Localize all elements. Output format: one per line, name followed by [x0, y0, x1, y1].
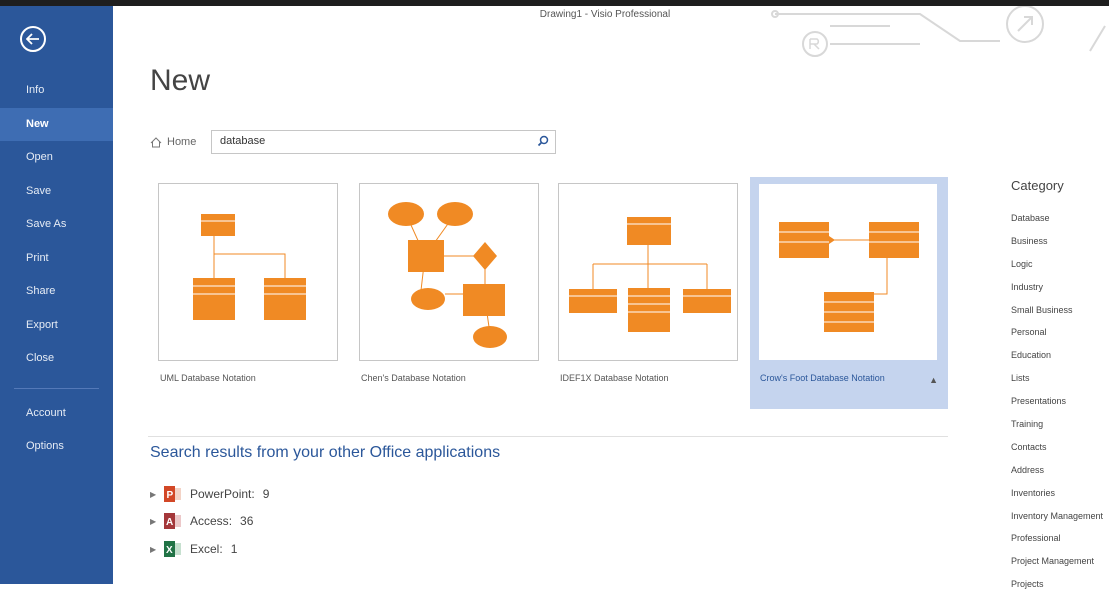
category-item-presentations[interactable]: Presentations: [1011, 390, 1103, 413]
back-button[interactable]: [20, 26, 46, 52]
category-item-database[interactable]: Database: [1011, 207, 1103, 230]
template-chens-database[interactable]: Chen's Database Notation: [351, 177, 549, 409]
category-item-project-management[interactable]: Project Management: [1011, 550, 1103, 573]
sidebar-item-print[interactable]: Print: [0, 242, 113, 276]
result-count: 1: [230, 542, 238, 556]
home-icon: [150, 136, 162, 147]
sidebar-item-save-as[interactable]: Save As: [0, 208, 113, 242]
access-icon: A: [164, 513, 182, 529]
expand-arrow-icon[interactable]: ▶: [150, 517, 164, 526]
category-item-lists[interactable]: Lists: [1011, 367, 1103, 390]
category-item-professional[interactable]: Professional: [1011, 527, 1103, 550]
circuit-decoration: [771, 6, 1106, 57]
sidebar-item-export[interactable]: Export: [0, 309, 113, 343]
sidebar-item-open[interactable]: Open: [0, 141, 113, 175]
idef1x-diagram-icon: [569, 217, 731, 332]
template-thumbnail: [359, 183, 539, 361]
result-access[interactable]: ▶ A Access : 36: [150, 513, 253, 529]
page-title: New: [150, 64, 211, 97]
category-item-inventory-management[interactable]: Inventory Management: [1011, 505, 1103, 528]
backstage-sidebar: Info New Open Save Save As Print Share E…: [0, 6, 113, 584]
search-icon[interactable]: [537, 135, 549, 147]
template-thumbnail: [758, 183, 938, 361]
template-label: Chen's Database Notation: [361, 373, 466, 383]
template-search-box: [211, 130, 556, 154]
sidebar-divider: [14, 387, 99, 389]
sidebar-item-info[interactable]: Info: [0, 74, 113, 108]
office-results-heading: Search results from your other Office ap…: [150, 444, 501, 461]
search-input[interactable]: [212, 131, 520, 151]
result-count: 36: [240, 514, 254, 528]
category-item-business[interactable]: Business: [1011, 230, 1103, 253]
sidebar-item-account[interactable]: Account: [0, 397, 113, 431]
result-count: 9: [262, 487, 270, 501]
template-label: Crow's Foot Database Notation: [760, 373, 885, 383]
excel-icon: X: [164, 541, 182, 557]
result-app-name: PowerPoint: [190, 487, 252, 501]
category-list: Database Business Logic Industry Small B…: [1011, 207, 1103, 596]
svg-text:P: P: [167, 490, 174, 501]
template-crows-foot-database[interactable]: Crow's Foot Database Notation ▲: [750, 177, 948, 409]
sidebar-item-save[interactable]: Save: [0, 175, 113, 209]
result-app-name: Excel: [190, 542, 220, 556]
category-heading: Category: [1011, 178, 1064, 193]
template-label: IDEF1X Database Notation: [560, 373, 669, 383]
category-item-logic[interactable]: Logic: [1011, 253, 1103, 276]
category-item-address[interactable]: Address: [1011, 459, 1103, 482]
result-powerpoint[interactable]: ▶ P PowerPoint : 9: [150, 486, 269, 502]
crows-foot-diagram-icon: [779, 222, 919, 332]
svg-text:X: X: [166, 545, 173, 556]
uml-diagram-icon: [193, 214, 306, 320]
template-uml-database[interactable]: UML Database Notation: [150, 177, 348, 409]
result-excel[interactable]: ▶ X Excel : 1: [150, 541, 237, 557]
sidebar-item-options[interactable]: Options: [0, 430, 113, 464]
template-idef1x-database[interactable]: IDEF1X Database Notation: [550, 177, 748, 409]
expand-arrow-icon[interactable]: ▶: [150, 490, 164, 499]
pin-icon[interactable]: ▲: [929, 375, 938, 385]
section-divider: [148, 436, 948, 437]
expand-arrow-icon[interactable]: ▶: [150, 545, 164, 554]
result-app-name: Access: [190, 514, 229, 528]
home-link[interactable]: Home: [150, 136, 196, 148]
category-item-training[interactable]: Training: [1011, 413, 1103, 436]
template-thumbnail: [558, 183, 738, 361]
category-item-contacts[interactable]: Contacts: [1011, 436, 1103, 459]
category-item-education[interactable]: Education: [1011, 344, 1103, 367]
window-title: Drawing1 - Visio Professional: [539, 9, 671, 20]
sidebar-nav: Info New Open Save Save As Print Share E…: [0, 74, 113, 464]
home-label: Home: [167, 136, 197, 148]
sidebar-item-close[interactable]: Close: [0, 342, 113, 376]
template-label: UML Database Notation: [160, 373, 256, 383]
back-arrow-icon: [26, 33, 39, 45]
sidebar-item-new[interactable]: New: [0, 107, 113, 141]
category-item-projects[interactable]: Projects: [1011, 573, 1103, 596]
template-thumbnail: [158, 183, 338, 361]
category-item-small-business[interactable]: Small Business: [1011, 299, 1103, 322]
category-item-inventories[interactable]: Inventories: [1011, 482, 1103, 505]
sidebar-item-share[interactable]: Share: [0, 275, 113, 309]
svg-text:A: A: [166, 517, 173, 528]
category-item-personal[interactable]: Personal: [1011, 321, 1103, 344]
chen-diagram-icon: [388, 202, 507, 348]
powerpoint-icon: P: [164, 486, 182, 502]
category-item-industry[interactable]: Industry: [1011, 276, 1103, 299]
